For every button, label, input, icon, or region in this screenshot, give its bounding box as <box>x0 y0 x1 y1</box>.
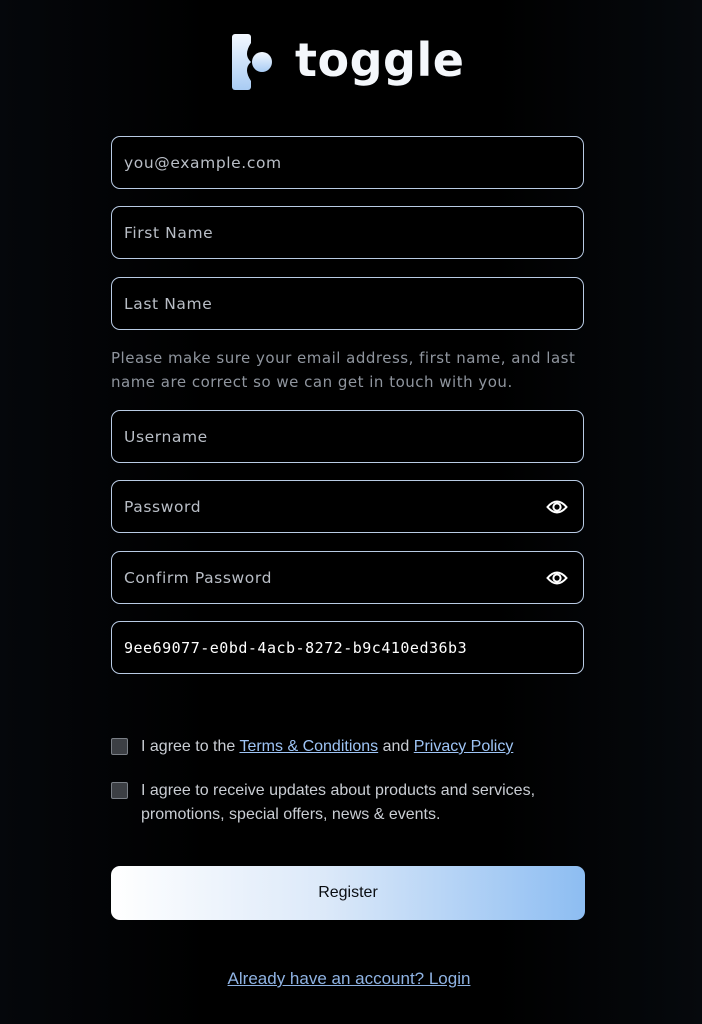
register-button[interactable]: Register <box>111 866 585 920</box>
token-field-wrapper <box>111 621 584 674</box>
email-field[interactable] <box>112 137 583 188</box>
terms-checkbox[interactable] <box>111 738 128 755</box>
last-name-field-wrapper <box>111 277 584 330</box>
terms-agreement: I agree to the Terms & Conditions and Pr… <box>111 735 513 759</box>
first-name-field[interactable] <box>112 207 583 258</box>
toggle-logo-icon <box>231 33 275 91</box>
terms-label: I agree to the Terms & Conditions and Pr… <box>141 738 514 755</box>
brand-name: toggle <box>295 33 465 87</box>
last-name-field[interactable] <box>112 278 583 329</box>
helper-text: Please make sure your email address, fir… <box>111 349 576 391</box>
eye-icon[interactable] <box>546 497 568 517</box>
updates-checkbox[interactable] <box>111 782 128 799</box>
confirm-password-field[interactable] <box>112 552 583 603</box>
privacy-policy-link[interactable]: Privacy Policy <box>414 738 514 755</box>
email-field-wrapper <box>111 136 584 189</box>
brand-logo: toggle <box>231 32 464 92</box>
password-field[interactable] <box>112 481 583 532</box>
eye-icon[interactable] <box>546 568 568 588</box>
updates-label: I agree to receive updates about product… <box>141 782 536 823</box>
confirm-password-field-wrapper <box>111 551 584 604</box>
password-field-wrapper <box>111 480 584 533</box>
login-link[interactable]: Already have an account? Login <box>0 969 698 989</box>
username-field-wrapper <box>111 410 584 463</box>
token-field[interactable] <box>112 622 583 673</box>
terms-link[interactable]: Terms & Conditions <box>239 738 378 755</box>
updates-agreement: I agree to receive updates about product… <box>111 779 581 827</box>
first-name-field-wrapper <box>111 206 584 259</box>
username-field[interactable] <box>112 411 583 462</box>
